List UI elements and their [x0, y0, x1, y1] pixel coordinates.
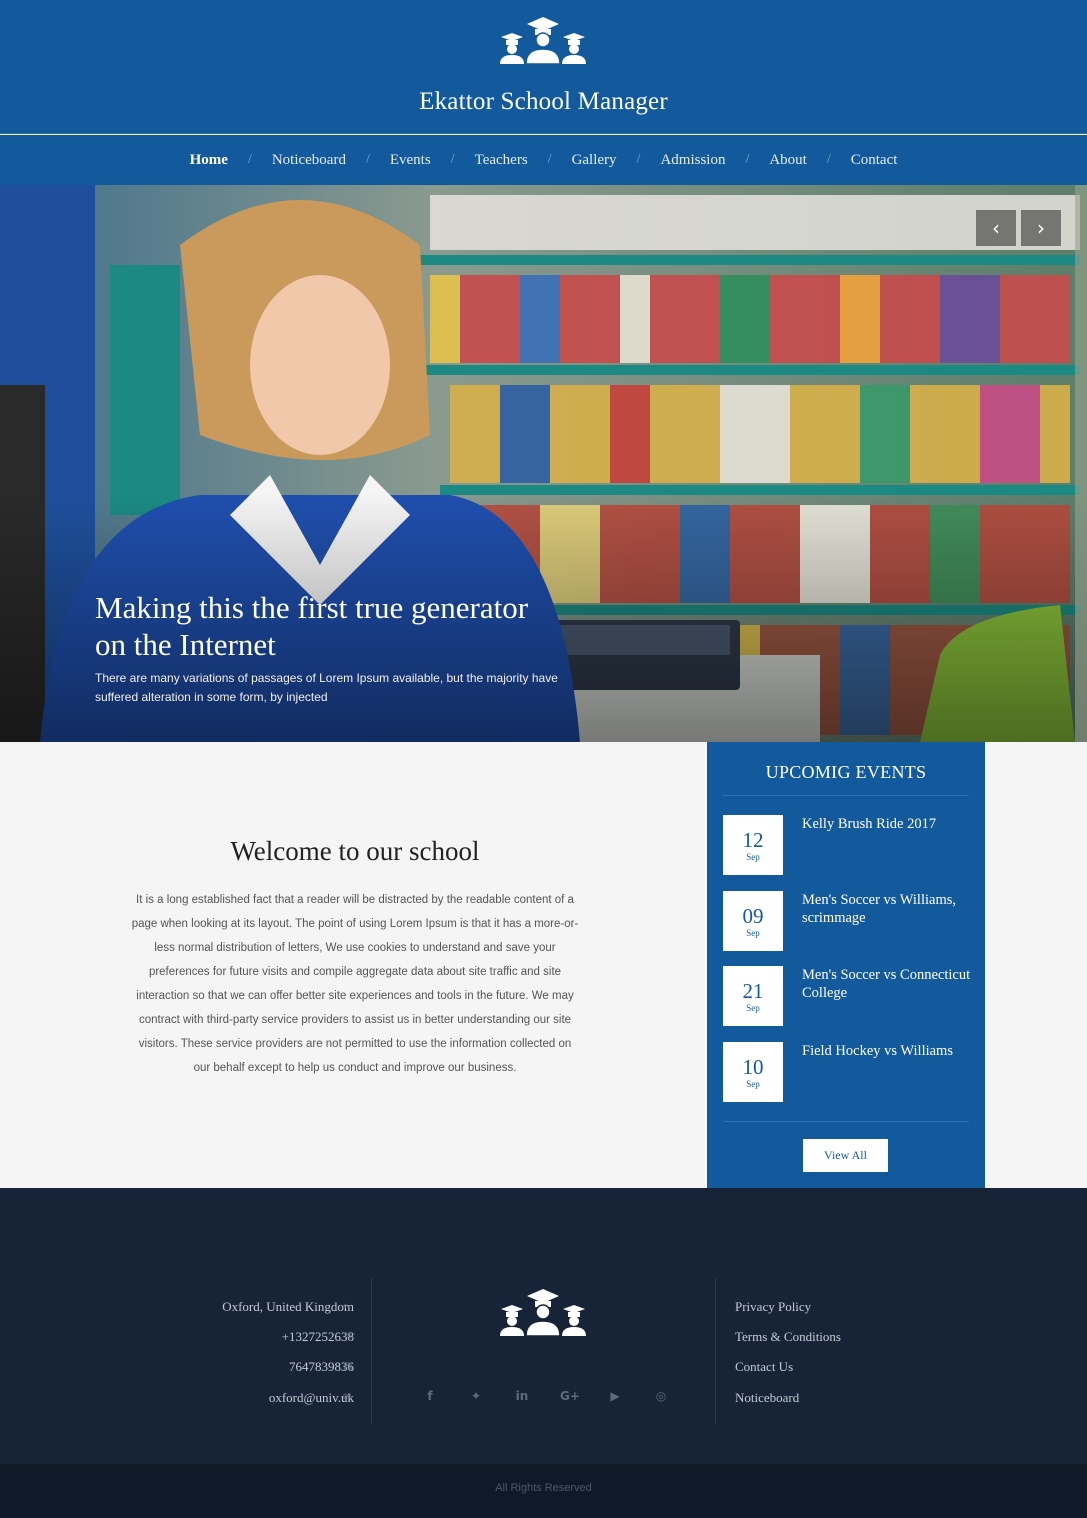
event-day: 09	[742, 904, 764, 928]
nav-item-about[interactable]: About	[759, 152, 817, 169]
event-item[interactable]: 10 Sep Field Hockey vs Williams	[723, 1042, 973, 1102]
nav-separator: /	[365, 152, 370, 167]
nav-separator: /	[636, 152, 641, 167]
graduates-logo-icon	[500, 1289, 586, 1336]
contact-address: Oxford, United Kingdom	[222, 1299, 354, 1314]
map-pin-icon: ⌖	[343, 1301, 349, 1312]
events-title: UPCOMIG EVENTS	[765, 762, 927, 782]
graduates-logo-icon[interactable]	[497, 14, 589, 64]
copyright-bar: All Rights Reserved	[0, 1464, 1087, 1518]
view-all-button[interactable]: View All	[803, 1139, 888, 1172]
youtube-icon[interactable]: ▶	[607, 1388, 623, 1404]
footer-link-noticeboard[interactable]: Noticeboard	[735, 1390, 799, 1406]
nav-item-events[interactable]: Events	[380, 152, 441, 169]
event-date-badge: 12 Sep	[723, 815, 783, 875]
event-month: Sep	[746, 1003, 760, 1013]
welcome-text-line: visitors. These service providers are no…	[138, 1038, 572, 1050]
slider-next-button[interactable]: ›	[1021, 210, 1061, 246]
chevron-right-icon: ›	[1037, 216, 1045, 240]
welcome-text-line: It is a long established fact that a rea…	[136, 894, 574, 906]
google-plus-icon[interactable]: G+	[560, 1388, 580, 1404]
event-name[interactable]: Men's Soccer vs Connecticut College	[802, 966, 974, 1002]
nav-item-gallery[interactable]: Gallery	[562, 152, 627, 169]
event-item[interactable]: 21 Sep Men's Soccer vs Connecticut Colle…	[723, 966, 973, 1026]
welcome-text-line: contract with third-party service provid…	[138, 1014, 572, 1026]
facebook-icon[interactable]: f	[422, 1388, 438, 1404]
site-footer: Oxford, United Kingdom ⌖ +1327252638 ☏ 7…	[0, 1188, 1087, 1464]
footer-link-terms[interactable]: Terms & Conditions	[735, 1329, 841, 1345]
divider	[723, 1121, 969, 1122]
nav-item-noticeboard[interactable]: Noticeboard	[262, 152, 356, 169]
envelope-icon: ✉	[343, 1392, 352, 1403]
hero-subtitle: There are many variations of passages of…	[95, 669, 585, 707]
upcoming-events-panel: UPCOMIG EVENTS 12 Sep Kelly Brush Ride 2…	[707, 742, 985, 1188]
welcome-text-line: page when looking at its layout. The poi…	[131, 918, 579, 930]
event-name[interactable]: Kelly Brush Ride 2017	[802, 815, 974, 833]
event-day: 10	[742, 1055, 764, 1079]
copyright-text: All Rights Reserved	[495, 1482, 592, 1494]
event-date-badge: 10 Sep	[723, 1042, 783, 1102]
event-day: 21	[742, 979, 764, 1003]
footer-link-contact-us[interactable]: Contact Us	[735, 1359, 793, 1375]
welcome-text: It is a long established fact that a rea…	[105, 888, 605, 1080]
nav-separator: /	[745, 152, 750, 167]
linkedin-icon[interactable]: in	[514, 1388, 530, 1404]
event-name[interactable]: Field Hockey vs Williams	[802, 1042, 974, 1060]
contact-phone[interactable]: +1327252638	[154, 1329, 354, 1345]
hero-subtitle-line: There are many variations of passages of…	[95, 671, 558, 685]
divider	[723, 795, 969, 796]
twitter-icon[interactable]: ✦	[468, 1388, 484, 1404]
phone-icon: ☏	[343, 1331, 356, 1342]
fax-icon: ▤	[343, 1361, 353, 1372]
welcome-text-line: our behalf except to help us conduct and…	[193, 1062, 517, 1074]
nav-item-contact[interactable]: Contact	[841, 152, 908, 169]
divider	[715, 1278, 716, 1424]
nav-item-teachers[interactable]: Teachers	[465, 152, 538, 169]
event-month: Sep	[746, 928, 760, 938]
instagram-icon[interactable]: ◎	[653, 1388, 669, 1404]
welcome-text-line: preferences for future visits and compil…	[148, 966, 562, 978]
event-name[interactable]: Men's Soccer vs Williams, scrimmage	[802, 891, 974, 927]
nav-item-admission[interactable]: Admission	[650, 152, 735, 169]
nav-separator: /	[547, 152, 552, 167]
main-nav: Home / Noticeboard / Events / Teachers /…	[0, 135, 1087, 185]
event-date-badge: 21 Sep	[723, 966, 783, 1026]
hero-title-line: Making this the first true generator	[95, 590, 529, 625]
welcome-title: Welcome to our school	[230, 836, 480, 866]
contact-email[interactable]: oxford@univ.uk	[154, 1390, 354, 1406]
event-day: 12	[742, 828, 764, 852]
nav-separator: /	[450, 152, 455, 167]
divider	[371, 1278, 372, 1424]
welcome-text-line: less normal distribution of letters, We …	[154, 942, 556, 954]
nav-item-home[interactable]: Home	[180, 152, 238, 169]
event-item[interactable]: 12 Sep Kelly Brush Ride 2017	[723, 815, 973, 875]
welcome-text-line: interaction so that we can offer better …	[136, 990, 574, 1002]
hero-title-line: on the Internet	[95, 627, 276, 662]
event-month: Sep	[746, 1079, 760, 1089]
site-header: Ekattor School Manager	[0, 0, 1087, 134]
nav-separator: /	[247, 152, 252, 167]
hero-slider: ‹ › Making this the first true generator…	[0, 185, 1087, 742]
site-title: Ekattor School Manager	[419, 88, 668, 115]
slider-prev-button[interactable]: ‹	[976, 210, 1016, 246]
event-month: Sep	[746, 852, 760, 862]
event-date-badge: 09 Sep	[723, 891, 783, 951]
hero-subtitle-line: suffered alteration in some form, by inj…	[95, 690, 328, 704]
contact-fax[interactable]: 7647839836	[154, 1359, 354, 1375]
event-item[interactable]: 09 Sep Men's Soccer vs Williams, scrimma…	[723, 891, 973, 951]
nav-separator: /	[826, 152, 831, 167]
footer-link-privacy-policy[interactable]: Privacy Policy	[735, 1299, 811, 1315]
hero-title: Making this the first true generator on …	[95, 589, 615, 663]
chevron-left-icon: ‹	[992, 216, 1000, 240]
